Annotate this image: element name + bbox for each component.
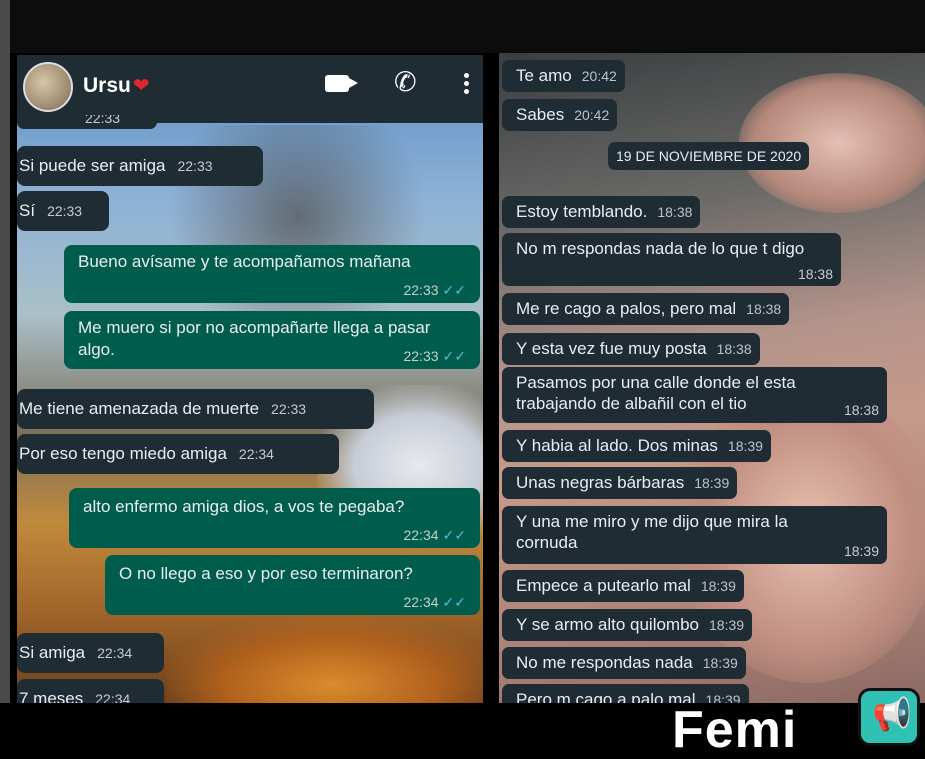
message-text: Bueno avísame y te acompañamos mañana: [78, 252, 411, 271]
message-text: No m respondas nada de lo que t digo: [516, 239, 805, 258]
message-bubble-in[interactable]: Me tiene amenazada de muerte 22:33: [17, 389, 374, 429]
message-bubble-in[interactable]: Y se armo alto quilombo 18:39: [502, 609, 753, 641]
more-vert-icon[interactable]: [464, 73, 470, 97]
message-time: 18:38: [746, 301, 782, 317]
double-check-icon: ✓✓: [442, 348, 466, 364]
message-time: 22:34: [403, 527, 439, 543]
message-time: 22:34: [403, 594, 439, 610]
partial-message: 22:33: [17, 115, 157, 129]
message-bubble-out[interactable]: O no llego a eso y por eso terminaron? 2…: [105, 555, 480, 615]
message-text: Me tiene amenazada de muerte: [19, 399, 260, 418]
video-call-icon[interactable]: [325, 75, 349, 92]
message-bubble-in[interactable]: Y una me miro y me dijo que mira la corn…: [502, 506, 887, 564]
message-text: Y esta vez fue muy posta: [516, 339, 707, 358]
message-time: 22:34: [97, 645, 133, 661]
message-text: O no llego a eso y por eso terminaron?: [119, 564, 413, 583]
message-bubble-in[interactable]: Empece a putearlo mal 18:39: [502, 570, 744, 602]
message-text: Te amo: [516, 66, 572, 85]
message-time: 18:39: [694, 475, 730, 491]
message-text: alto enfermo amiga dios, a vos te pegaba…: [83, 497, 405, 516]
message-bubble-in[interactable]: 7 meses 22:34: [17, 679, 164, 704]
message-text: Estoy temblando.: [516, 202, 648, 221]
message-bubble-in[interactable]: Sí 22:33: [17, 191, 109, 231]
message-text: No me respondas nada: [516, 653, 693, 672]
message-time: 22:33: [177, 158, 213, 174]
message-text: Si amiga: [19, 643, 86, 662]
message-text: Si puede ser amiga: [19, 156, 166, 175]
double-check-icon: ✓✓: [442, 282, 466, 298]
message-time: 20:42: [574, 107, 610, 123]
message-bubble-in[interactable]: Estoy temblando. 18:38: [502, 196, 701, 228]
message-time: 18:38: [716, 341, 752, 357]
phone-icon[interactable]: ✆: [394, 69, 417, 96]
message-text: Y habia al lado. Dos minas: [516, 436, 718, 455]
heart-emoji: ❤: [132, 75, 150, 97]
message-time: 22:33: [271, 401, 307, 417]
message-text: Y una me miro y me dijo que mira la corn…: [516, 512, 788, 552]
message-time: 18:38: [843, 402, 879, 418]
message-bubble-in[interactable]: No m respondas nada de lo que t digo 18:3…: [502, 233, 841, 286]
dog-background: [167, 615, 483, 704]
left-chat-screenshot: Ursu ❤ ✆ 22:33 Si puede ser amiga 22:33 Sí…: [17, 55, 483, 704]
left-edge-strip: [0, 0, 10, 749]
double-check-icon: ✓✓: [442, 527, 466, 543]
message-time: 18:38: [797, 266, 833, 282]
message-text: Y se armo alto quilombo: [516, 615, 700, 634]
message-time: 20:42: [581, 68, 617, 84]
message-bubble-out[interactable]: Bueno avísame y te acompañamos mañana 22…: [64, 245, 480, 303]
message-text: 7 meses: [19, 689, 84, 704]
message-text: Unas negras bárbaras: [516, 473, 685, 492]
message-time: 18:39: [702, 655, 738, 671]
megaphone-icon: 📢: [858, 688, 920, 746]
message-bubble-in[interactable]: Sabes 20:42: [502, 99, 618, 131]
message-bubble-in[interactable]: Me re cago a palos, pero mal 18:38: [502, 293, 790, 325]
message-text: Empece a putearlo mal: [516, 576, 691, 595]
message-bubble-in[interactable]: No me respondas nada 18:39: [502, 647, 746, 679]
message-time: 18:39: [727, 438, 763, 454]
message-time: 18:38: [657, 204, 693, 220]
message-bubble-in[interactable]: Pasamos por una calle donde el esta trab…: [502, 367, 887, 423]
contact-name[interactable]: Ursu ❤: [83, 73, 150, 98]
message-text: Sabes: [516, 105, 565, 124]
message-time: 18:39: [843, 543, 879, 559]
message-time: 22:33: [47, 203, 83, 219]
top-black-bar: [0, 0, 925, 53]
message-bubble-in[interactable]: Te amo 20:42: [502, 60, 625, 92]
chat-header: Ursu ❤ ✆: [17, 55, 483, 123]
message-time: 18:39: [700, 578, 736, 594]
message-text: Por eso tengo miedo amiga: [19, 444, 227, 463]
message-bubble-in[interactable]: Por eso tengo miedo amiga 22:34: [17, 434, 339, 474]
message-time: 22:33: [403, 348, 439, 364]
message-text: Sí: [19, 201, 36, 220]
date-separator: 19 DE NOVIEMBRE DE 2020: [608, 142, 810, 170]
message-text: Pero m cago a palo mal: [516, 690, 696, 704]
message-time: 22:33: [403, 282, 439, 298]
message-text: Pasamos por una calle donde el esta trab…: [516, 373, 796, 413]
message-time: 22:34: [238, 446, 274, 462]
double-check-icon: ✓✓: [442, 594, 466, 610]
avatar[interactable]: [23, 62, 73, 112]
message-bubble-in[interactable]: Y esta vez fue muy posta 18:38: [502, 333, 760, 365]
message-bubble-in[interactable]: Y habia al lado. Dos minas 18:39: [502, 430, 771, 462]
message-bubble-in[interactable]: Si puede ser amiga 22:33: [17, 146, 263, 186]
right-chat-screenshot: Te amo 20:42 Sabes 20:42 19 DE NOVIEMBRE D…: [499, 53, 925, 704]
brand-wordmark: Femi: [672, 701, 798, 759]
message-time: 18:39: [709, 617, 745, 633]
message-bubble-in[interactable]: Si amiga 22:34: [17, 633, 164, 673]
message-bubble-out[interactable]: Me muero si por no acompañarte llega a p…: [64, 311, 480, 369]
message-bubble-in[interactable]: Unas negras bárbaras 18:39: [502, 467, 738, 499]
message-text: Me muero si por no acompañarte llega a p…: [78, 318, 431, 359]
contact-name-text: Ursu: [83, 74, 131, 97]
message-text: Me re cago a palos, pero mal: [516, 299, 737, 318]
message-bubble-out[interactable]: alto enfermo amiga dios, a vos te pegaba…: [69, 488, 480, 548]
